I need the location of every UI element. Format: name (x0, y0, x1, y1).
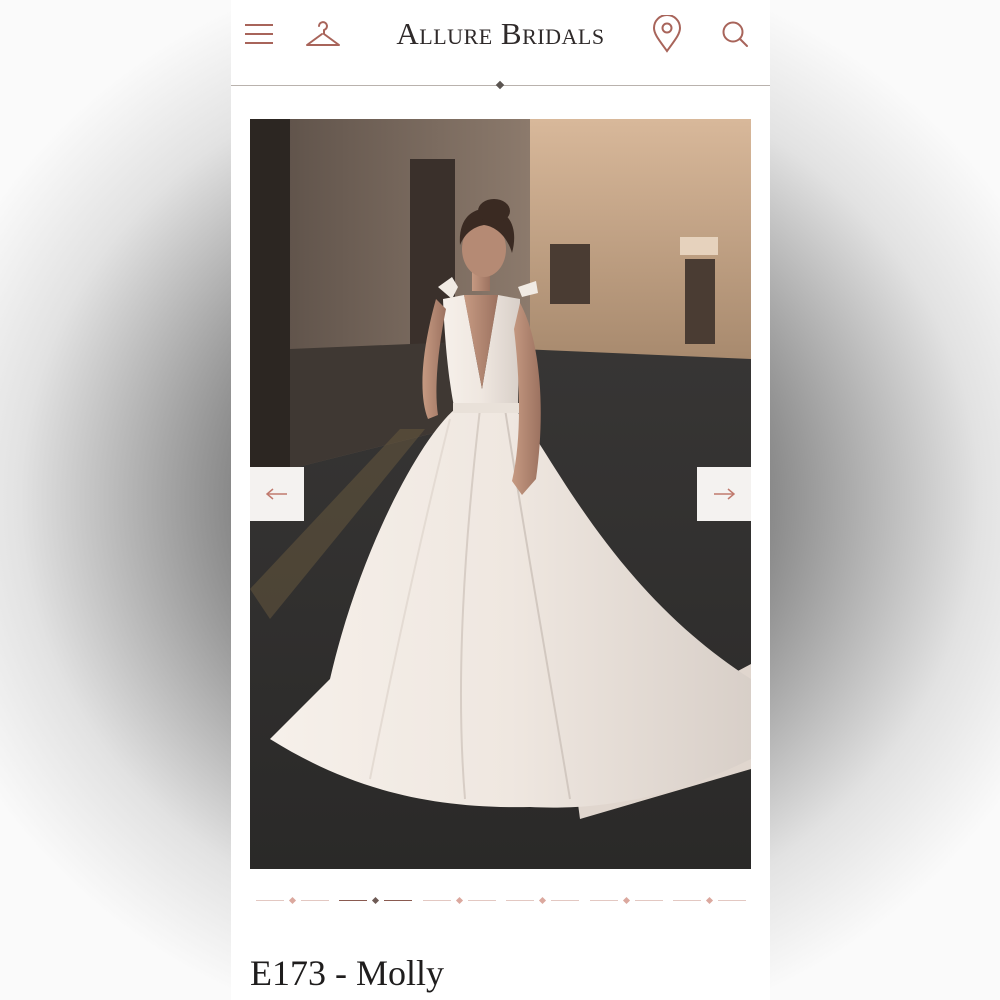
location-pin-icon[interactable] (650, 14, 684, 54)
indicator-dot (705, 896, 713, 904)
slide-indicator-1[interactable] (256, 896, 329, 904)
slide-indicator-6[interactable] (672, 896, 746, 904)
slide-indicator-3[interactable] (422, 896, 496, 904)
indicator-line (422, 899, 451, 901)
indicator-dot (539, 896, 547, 904)
indicator-line (301, 899, 329, 901)
indicator-line (551, 899, 580, 901)
indicator-line (384, 899, 413, 901)
indicator-line (672, 899, 701, 901)
slide-indicator-5[interactable] (589, 896, 663, 904)
mobile-page: Allure Bridals E173 - Molly (231, 0, 770, 1000)
indicator-line (256, 899, 284, 901)
indicator-dot (622, 896, 630, 904)
bridal-gown-photo (250, 119, 751, 869)
search-icon[interactable] (719, 18, 751, 50)
product-title: E173 - Molly (250, 953, 444, 993)
site-header: Allure Bridals (231, 0, 770, 86)
slide-indicator-2[interactable] (339, 896, 413, 904)
indicator-line (634, 899, 663, 901)
product-image-carousel[interactable] (250, 119, 751, 869)
brand-logo[interactable]: Allure Bridals (231, 16, 770, 52)
indicator-dot (288, 896, 297, 904)
slide-indicator-4[interactable] (506, 896, 580, 904)
indicator-dot-active (372, 896, 380, 904)
indicator-line (506, 899, 535, 901)
indicator-dot (455, 896, 463, 904)
next-slide-button[interactable] (697, 467, 751, 521)
arrow-right-icon (714, 488, 735, 500)
carousel-pagination (256, 893, 746, 907)
indicator-line (717, 899, 746, 901)
arrow-left-icon (266, 488, 287, 500)
indicator-line (467, 899, 496, 901)
indicator-line (589, 899, 618, 901)
prev-slide-button[interactable] (250, 467, 304, 521)
indicator-line (339, 899, 368, 901)
